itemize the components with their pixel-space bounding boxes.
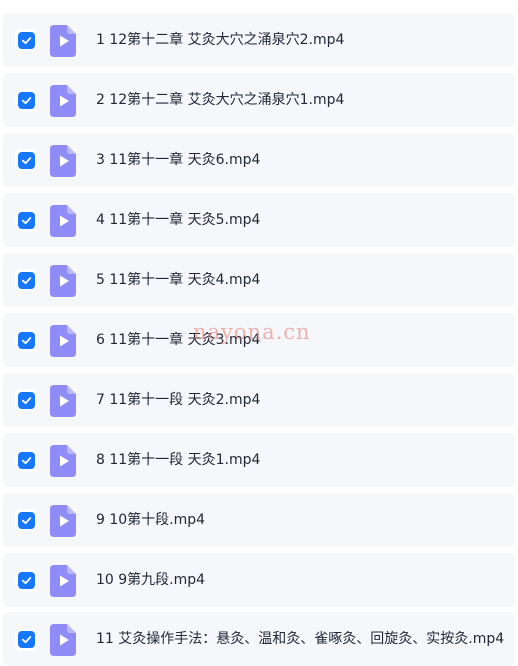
file-name[interactable]: 7 11第十一段 天灸2.mp4 <box>96 373 260 427</box>
file-row[interactable]: 10 9第九段.mp4 <box>3 553 515 607</box>
file-name[interactable]: 1 12第十二章 艾灸大穴之涌泉穴2.mp4 <box>96 13 344 67</box>
check-icon <box>21 457 32 465</box>
file-name[interactable]: 11 艾灸操作手法：悬灸、温和灸、雀啄灸、回旋灸、实按灸.mp4 <box>96 612 504 666</box>
file-row[interactable]: 3 11第十一章 天灸6.mp4 <box>3 133 515 187</box>
file-name[interactable]: 6 11第十一章 天灸3.mp4 <box>96 313 260 367</box>
video-file-icon <box>50 505 76 537</box>
file-name[interactable]: 2 12第十二章 艾灸大穴之涌泉穴1.mp4 <box>96 73 344 127</box>
video-file-icon <box>50 565 76 597</box>
check-icon <box>21 277 32 285</box>
file-row[interactable]: 4 11第十一章 天灸5.mp4 <box>3 193 515 247</box>
checkbox-checked[interactable] <box>18 92 35 109</box>
checkbox-checked[interactable] <box>18 272 35 289</box>
video-file-icon <box>50 385 76 417</box>
video-file-icon <box>50 205 76 237</box>
video-file-icon <box>50 25 76 57</box>
checkbox-checked[interactable] <box>18 452 35 469</box>
file-row[interactable]: 8 11第十一段 天灸1.mp4 <box>3 433 515 487</box>
checkbox-checked[interactable] <box>18 631 35 648</box>
checkbox-checked[interactable] <box>18 332 35 349</box>
video-file-icon <box>50 325 76 357</box>
checkbox-checked[interactable] <box>18 572 35 589</box>
file-row[interactable]: 9 10第十段.mp4 <box>3 493 515 547</box>
file-row[interactable]: 7 11第十一段 天灸2.mp4 <box>3 373 515 427</box>
check-icon <box>21 37 32 45</box>
file-row[interactable]: 5 11第十一章 天灸4.mp4 <box>3 253 515 307</box>
check-icon <box>21 517 32 525</box>
checkbox-checked[interactable] <box>18 152 35 169</box>
checkbox-checked[interactable] <box>18 212 35 229</box>
video-file-icon <box>50 85 76 117</box>
file-name[interactable]: 5 11第十一章 天灸4.mp4 <box>96 253 260 307</box>
check-icon <box>21 636 32 644</box>
file-row[interactable]: 2 12第十二章 艾灸大穴之涌泉穴1.mp4 <box>3 73 515 127</box>
check-icon <box>21 577 32 585</box>
video-file-icon <box>50 265 76 297</box>
check-icon <box>21 397 32 405</box>
file-name[interactable]: 3 11第十一章 天灸6.mp4 <box>96 133 260 187</box>
check-icon <box>21 217 32 225</box>
video-file-icon <box>50 445 76 477</box>
file-row[interactable]: 6 11第十一章 天灸3.mp4 <box>3 313 515 367</box>
check-icon <box>21 157 32 165</box>
video-file-icon <box>50 624 76 656</box>
check-icon <box>21 337 32 345</box>
file-name[interactable]: 8 11第十一段 天灸1.mp4 <box>96 433 260 487</box>
file-row[interactable]: 11 艾灸操作手法：悬灸、温和灸、雀啄灸、回旋灸、实按灸.mp4 <box>3 612 515 666</box>
file-name[interactable]: 4 11第十一章 天灸5.mp4 <box>96 193 260 247</box>
file-name[interactable]: 9 10第十段.mp4 <box>96 493 205 547</box>
checkbox-checked[interactable] <box>18 32 35 49</box>
checkbox-checked[interactable] <box>18 512 35 529</box>
file-row[interactable]: 1 12第十二章 艾灸大穴之涌泉穴2.mp4 <box>3 13 515 67</box>
check-icon <box>21 97 32 105</box>
checkbox-checked[interactable] <box>18 392 35 409</box>
file-name[interactable]: 10 9第九段.mp4 <box>96 553 205 607</box>
video-file-icon <box>50 145 76 177</box>
